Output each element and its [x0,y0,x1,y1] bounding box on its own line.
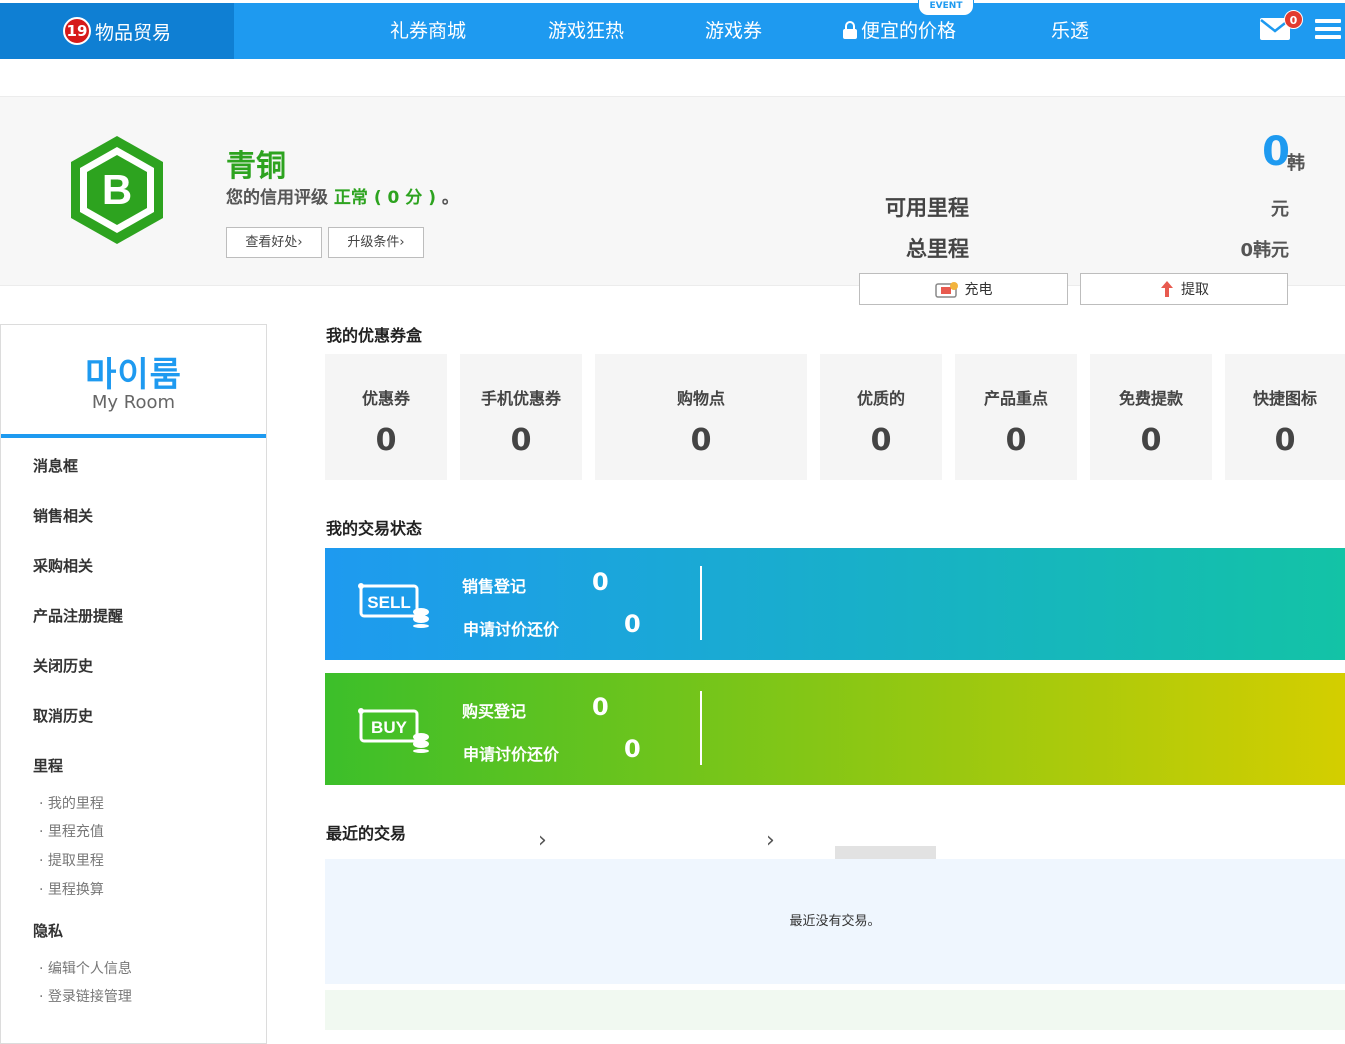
mail-count-badge: 0 [1284,10,1303,29]
withdraw-icon [1161,281,1173,297]
recent-trades-title: 最近的交易 [326,824,407,843]
sidebar-item-login-link[interactable]: · 登录链接管理 [39,986,132,1006]
sidebar-item-mileage-withdraw[interactable]: · 提取里程 [39,850,104,870]
svg-text:SELL: SELL [367,593,410,612]
empty-message: 最近没有交易。 [789,914,881,929]
divider [700,566,702,640]
sidebar-mileage-header[interactable]: 里程 [33,755,63,776]
sell-registration-count[interactable]: 0 [592,568,609,596]
sell-registration-label[interactable]: 销售登记 [462,573,526,597]
buy-status-panel: BUY 购买登记 0 申请讨价还价 0 [325,673,1345,785]
recent-trades-list: 最近没有交易。 [325,859,1345,984]
buy-registration-label[interactable]: 购买登记 [462,698,526,722]
total-mileage-label: 总里程 [906,237,969,261]
bronze-grade-icon: B [71,136,163,244]
sell-icon: SELL [358,583,429,628]
sidebar-item-edit-profile[interactable]: · 编辑个人信息 [39,958,132,978]
trade-status-title: 我的交易状态 [326,519,423,538]
brand-logo[interactable]: 19 物品贸易 [0,3,234,59]
my-room-header: 마이룸 My Room [1,325,266,438]
sell-negotiation-label[interactable]: 申请讨价还价 [463,616,559,640]
total-mileage-value: 0韩元 [1240,240,1289,261]
chevron-right-icon[interactable]: › [538,828,547,853]
buy-negotiation-label[interactable]: 申请讨价还价 [463,741,559,765]
profile-panel: B 青铜 您的信用评级 正常 ( 0 分 ) 。 查看好处› 升级条件› 0 韩… [0,96,1345,305]
sell-negotiation-count[interactable]: 0 [624,610,641,638]
buy-registration-count[interactable]: 0 [592,693,609,721]
recent-trades-list-secondary [325,990,1345,1030]
nav-game-voucher[interactable]: 游戏券 [705,3,762,59]
svg-text:B: B [102,166,132,213]
nav-lotto[interactable]: 乐透 [1051,3,1089,59]
divider [700,691,702,765]
product-focus-card[interactable]: 产品重点 0 [955,354,1077,480]
credit-status: 正常 ( 0 分 ) [333,188,436,208]
buy-negotiation-count[interactable]: 0 [624,735,641,763]
sidebar-item-purchase[interactable]: 采购相关 [33,555,93,576]
coupon-box-title: 我的优惠券盒 [326,326,423,345]
nav-gift-mall[interactable]: 礼券商城 [390,3,466,59]
withdraw-button[interactable]: 提取 [1080,273,1288,305]
sidebar-item-my-mileage[interactable]: · 我的里程 [39,793,104,813]
brand-name: 物品贸易 [94,21,171,44]
top-nav-bar: 19 物品贸易 礼券商城 游戏狂热 游戏券 便宜的价格 乐透 EVENT 0 [0,0,1345,59]
sidebar-item-mileage-convert[interactable]: · 里程换算 [39,879,104,899]
sidebar-item-message-box[interactable]: 消息框 [33,455,78,476]
view-benefits-button[interactable]: 查看好处› [226,227,322,258]
sidebar-item-cancel-history[interactable]: 取消历史 [33,705,93,726]
sidebar-item-sales[interactable]: 销售相关 [33,505,93,526]
sidebar: 마이룸 My Room 消息框 销售相关 采购相关 产品注册提醒 关闭历史 取消… [0,324,267,1044]
premium-card[interactable]: 优质的 0 [820,354,942,480]
available-mileage-value: 元 [1271,199,1289,220]
wallet-icon [934,282,958,298]
available-mileage-label: 可用里程 [885,196,969,220]
lock-icon [843,21,857,39]
free-withdrawal-card[interactable]: 免费提款 0 [1090,354,1212,480]
my-room-title-en: My Room [91,392,176,413]
shortcut-icon-card[interactable]: 快捷图标 0 [1225,354,1345,480]
mileage-value: 0 [1262,129,1290,175]
coupon-card[interactable]: 优惠券 0 [325,354,447,480]
credit-rating-text: 您的信用评级 正常 ( 0 分 ) 。 [226,188,459,208]
sidebar-item-mileage-charge[interactable]: · 里程充值 [39,821,104,841]
charge-button[interactable]: 充电 [859,273,1068,305]
upgrade-conditions-button[interactable]: 升级条件› [328,227,424,258]
event-badge: EVENT [918,0,974,16]
svg-text:BUY: BUY [371,718,408,737]
grade-name: 青铜 [226,149,286,184]
buy-icon: BUY [358,708,429,753]
my-room-title-kr: 마이룸 [85,355,182,395]
sell-status-panel: SELL 销售登记 0 申请讨价还价 0 [325,548,1345,660]
age-rating-badge: 19 [62,17,91,45]
nav-cheap-price-label: 便宜的价格 [861,20,957,42]
shopping-points-card[interactable]: 购物点 0 [595,354,807,480]
sidebar-privacy-header[interactable]: 隐私 [33,920,63,941]
sidebar-item-closed-history[interactable]: 关闭历史 [33,655,93,676]
chevron-right-icon[interactable]: › [766,828,775,853]
sidebar-item-product-alert[interactable]: 产品注册提醒 [33,605,123,626]
mobile-coupon-card[interactable]: 手机优惠券 0 [460,354,582,480]
more-button[interactable] [835,846,936,860]
nav-game-craze[interactable]: 游戏狂热 [548,3,624,59]
menu-icon[interactable] [1315,19,1341,41]
mileage-unit: 韩 [1287,153,1305,174]
